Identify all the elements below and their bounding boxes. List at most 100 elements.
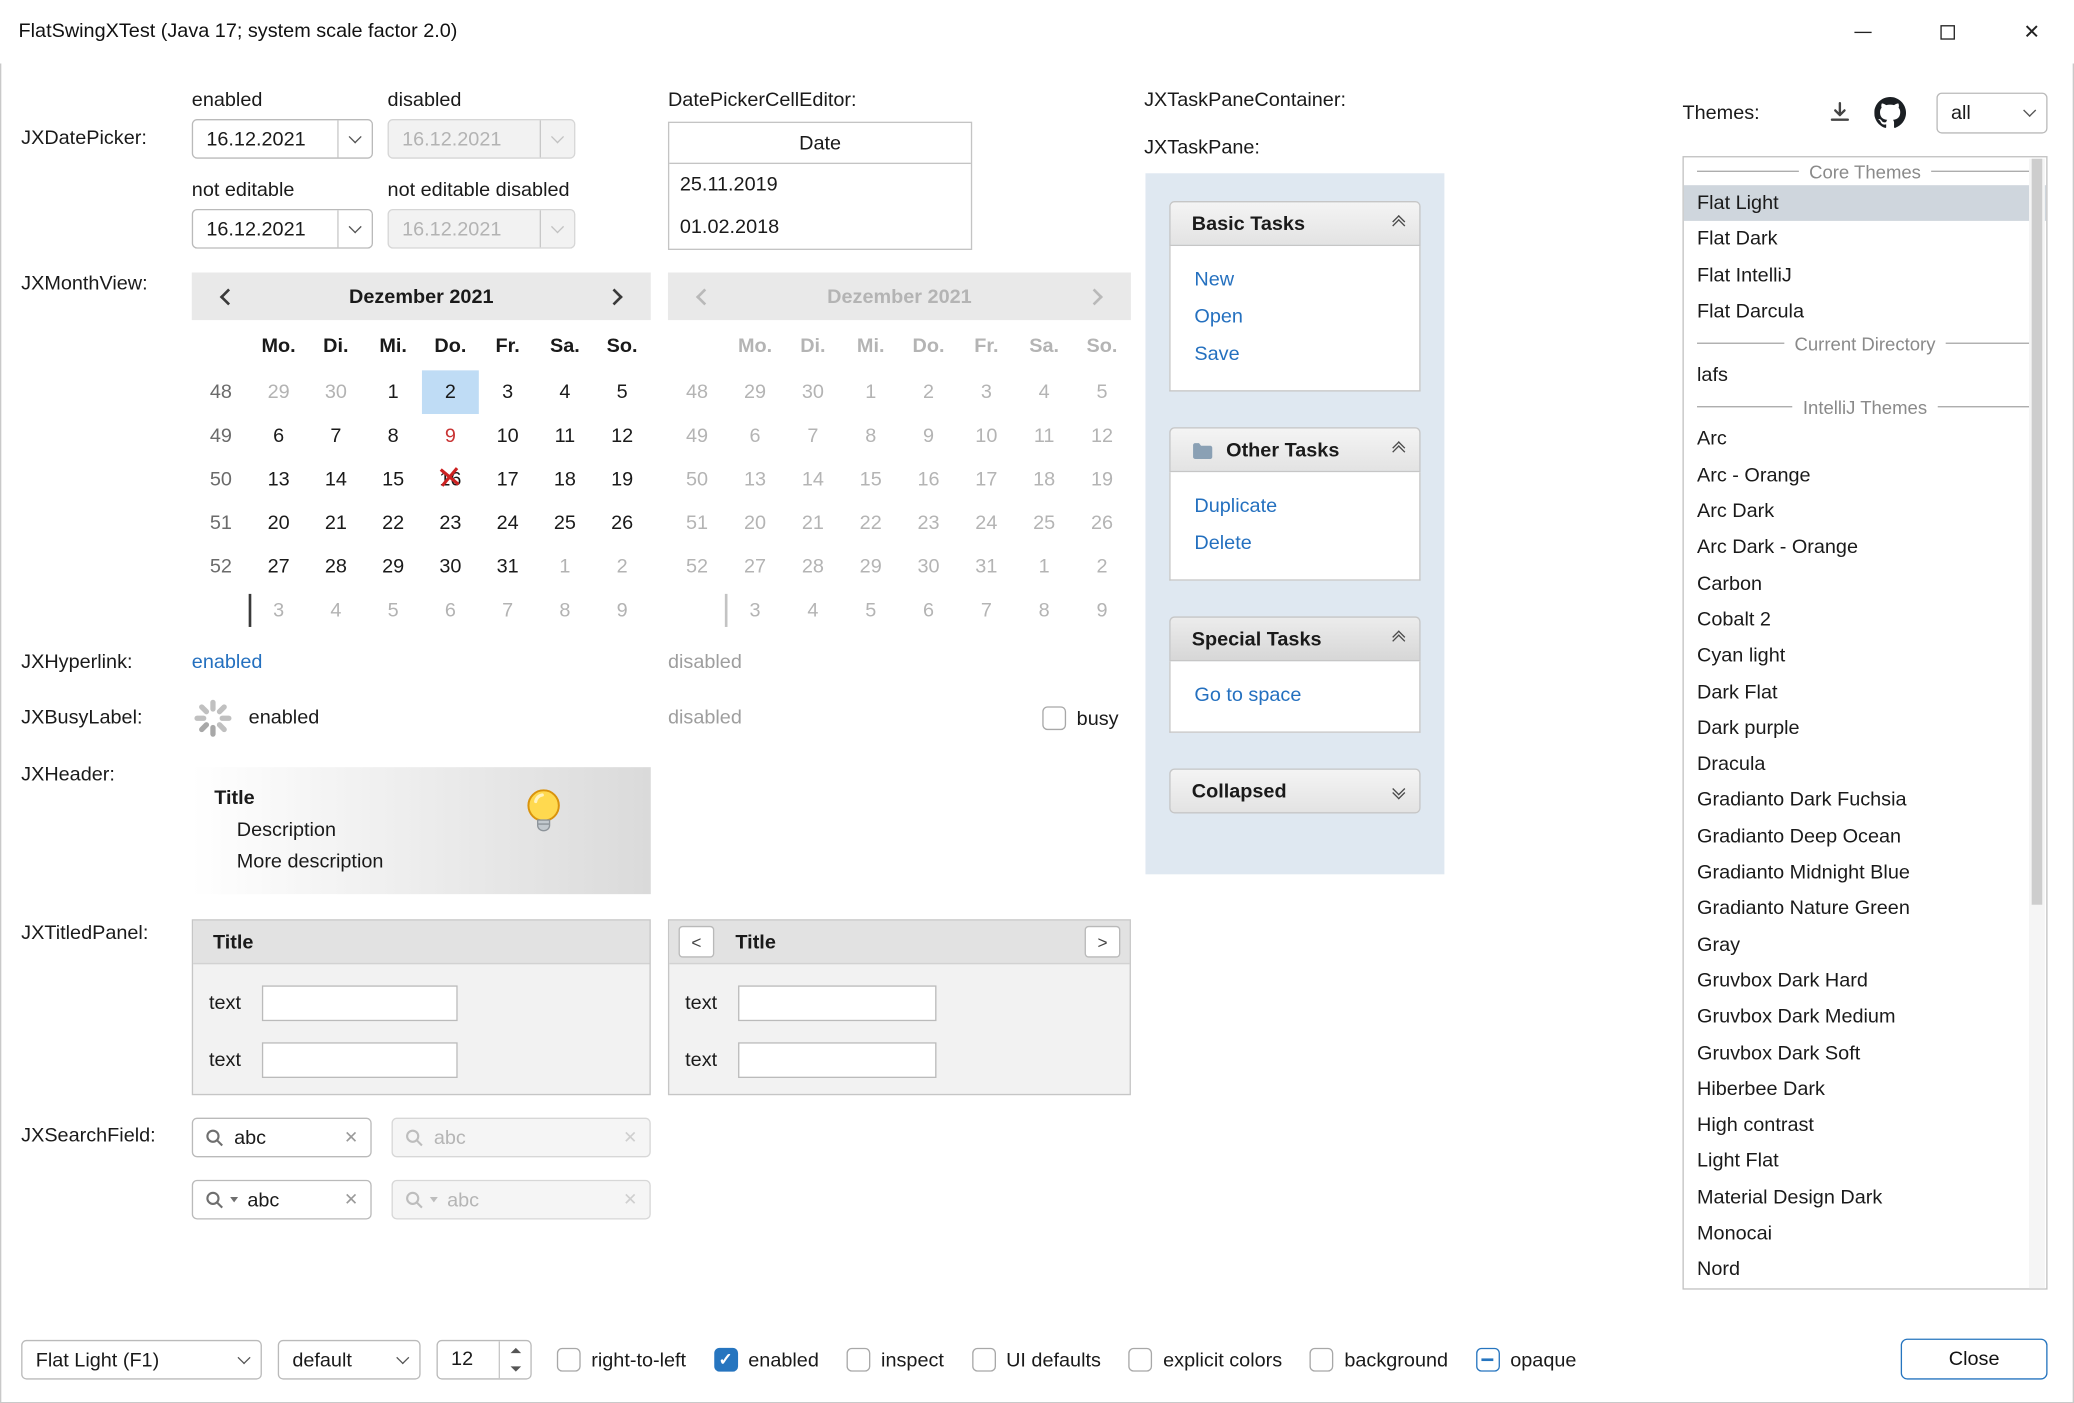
scrollbar[interactable] xyxy=(2029,159,2045,1290)
taskpane-header[interactable]: Special Tasks xyxy=(1169,616,1420,661)
checkbox-background[interactable]: background xyxy=(1310,1348,1448,1372)
themes-filter-combo[interactable]: all xyxy=(1936,93,2047,134)
github-icon[interactable] xyxy=(1874,97,1906,134)
collapse-icon[interactable] xyxy=(1394,217,1403,230)
monthview-day[interactable]: 28 xyxy=(307,545,364,589)
laf-combo[interactable]: Flat Light (F1) xyxy=(21,1340,262,1380)
minimize-button[interactable] xyxy=(1820,0,1905,63)
monthview-day[interactable]: 20 xyxy=(250,501,307,545)
theme-item[interactable]: Flat IntelliJ xyxy=(1684,257,2046,293)
taskpane-link[interactable]: New xyxy=(1194,263,1419,300)
monthview-day[interactable]: 5 xyxy=(593,370,650,414)
monthview-day[interactable]: 31 xyxy=(479,545,536,589)
monthview-day[interactable]: 22 xyxy=(364,501,421,545)
theme-item[interactable]: Flat Light xyxy=(1684,185,2046,221)
theme-item[interactable]: Gradianto Nature Green xyxy=(1684,891,2046,927)
theme-item[interactable]: Arc - Orange xyxy=(1684,457,2046,493)
font-size-spinner[interactable]: 12 xyxy=(436,1340,531,1380)
search-field-enabled[interactable]: abc ✕ xyxy=(192,1118,372,1158)
combo-dropdown-button[interactable] xyxy=(226,1341,260,1378)
monthview-day[interactable]: 10 xyxy=(479,414,536,458)
datepicker-value[interactable]: 16.12.2021 xyxy=(193,128,337,150)
checkbox-box[interactable] xyxy=(972,1348,996,1372)
monthview-day[interactable]: 6 xyxy=(422,589,479,633)
monthview-day[interactable]: 5 xyxy=(364,589,421,633)
clear-icon[interactable]: ✕ xyxy=(344,1127,358,1148)
text-input[interactable] xyxy=(262,1042,458,1078)
checkbox-box[interactable] xyxy=(1476,1348,1500,1372)
search-field-with-menu-enabled[interactable]: abc ✕ xyxy=(192,1180,372,1220)
collapse-icon[interactable] xyxy=(1394,632,1403,645)
checkbox-explicit-colors[interactable]: explicit colors xyxy=(1129,1348,1282,1372)
datepicker-dropdown-button[interactable] xyxy=(337,210,371,247)
combo-dropdown-button[interactable] xyxy=(385,1341,419,1378)
spinner-up-button[interactable] xyxy=(500,1341,530,1360)
table-column-header[interactable]: Date xyxy=(669,123,971,164)
monthview-day[interactable]: 4 xyxy=(307,589,364,633)
monthview-day[interactable]: 3 xyxy=(479,370,536,414)
search-input[interactable]: abc xyxy=(234,1126,335,1148)
checkbox-busy[interactable]: busy xyxy=(1042,698,1118,738)
theme-item[interactable]: Gruvbox Dark Hard xyxy=(1684,963,2046,999)
next-month-button[interactable] xyxy=(600,282,629,311)
monthview-day[interactable]: 8 xyxy=(536,589,593,633)
taskpane-link[interactable]: Duplicate xyxy=(1194,489,1419,526)
theme-item[interactable]: Gradianto Dark Fuchsia xyxy=(1684,782,2046,818)
taskpane-header[interactable]: Other Tasks xyxy=(1169,427,1420,472)
checkbox-opaque[interactable]: opaque xyxy=(1476,1348,1577,1372)
checkbox-ui-defaults[interactable]: UI defaults xyxy=(972,1348,1101,1372)
font-combo[interactable]: default xyxy=(278,1340,421,1380)
theme-item[interactable]: Arc xyxy=(1684,421,2046,457)
checkbox-box[interactable] xyxy=(847,1348,871,1372)
monthview-day[interactable]: 6 xyxy=(250,414,307,458)
theme-item[interactable]: lafs xyxy=(1684,357,2046,393)
combo-dropdown-button[interactable] xyxy=(2012,94,2046,132)
theme-item[interactable]: Arc Dark - Orange xyxy=(1684,530,2046,566)
taskpane-link[interactable]: Go to space xyxy=(1194,679,1419,716)
monthview-day[interactable]: 4 xyxy=(536,370,593,414)
datepicker-dropdown-button[interactable] xyxy=(337,120,371,157)
expand-icon[interactable] xyxy=(1394,784,1403,797)
monthview-day[interactable]: 2 xyxy=(593,545,650,589)
monthview-day[interactable]: 29 xyxy=(250,370,307,414)
checkbox-right-to-left[interactable]: right-to-left xyxy=(557,1348,686,1372)
monthview-day[interactable]: 18 xyxy=(536,458,593,502)
taskpane-link[interactable]: Open xyxy=(1194,300,1419,337)
font-size-value[interactable]: 12 xyxy=(438,1341,499,1378)
clear-icon[interactable]: ✕ xyxy=(344,1189,358,1210)
monthview-day[interactable]: 8 xyxy=(364,414,421,458)
theme-item[interactable]: Dark purple xyxy=(1684,710,2046,746)
theme-item[interactable]: Nord xyxy=(1684,1252,2046,1288)
titled-panel-right-button[interactable]: > xyxy=(1085,926,1121,958)
theme-item[interactable]: Dark Flat xyxy=(1684,674,2046,710)
monthview-day[interactable]: 15 xyxy=(364,458,421,502)
checkbox-inspect[interactable]: inspect xyxy=(847,1348,944,1372)
monthview-day[interactable]: 16✕ xyxy=(422,458,479,502)
scrollbar-thumb[interactable] xyxy=(2032,159,2043,905)
hyperlink-enabled[interactable]: enabled xyxy=(192,651,263,673)
theme-item[interactable]: Arc Dark xyxy=(1684,493,2046,529)
text-input[interactable] xyxy=(262,985,458,1021)
text-input[interactable] xyxy=(738,1042,936,1078)
monthview-day[interactable]: 14 xyxy=(307,458,364,502)
datepicker-enabled[interactable]: 16.12.2021 xyxy=(192,119,373,159)
theme-item[interactable]: Dracula xyxy=(1684,746,2046,782)
download-icon[interactable] xyxy=(1827,99,1853,131)
theme-item[interactable]: Gray xyxy=(1684,927,2046,963)
monthview-day[interactable]: 2 xyxy=(422,370,479,414)
theme-item[interactable]: Monocai xyxy=(1684,1216,2046,1252)
monthview-day[interactable]: 17 xyxy=(479,458,536,502)
monthview-day[interactable]: 12 xyxy=(593,414,650,458)
theme-item[interactable]: Carbon xyxy=(1684,566,2046,602)
titled-panel-left-button[interactable]: < xyxy=(679,926,715,958)
monthview-day[interactable]: 24 xyxy=(479,501,536,545)
theme-item[interactable]: Light Flat xyxy=(1684,1143,2046,1179)
search-menu-arrow-icon[interactable] xyxy=(230,1197,238,1202)
search-input[interactable]: abc xyxy=(247,1188,334,1210)
monthview-day[interactable]: 1 xyxy=(364,370,421,414)
close-window-button[interactable]: ✕ xyxy=(1989,0,2074,63)
monthview-day[interactable]: 9 xyxy=(593,589,650,633)
table-row[interactable]: 01.02.2018 xyxy=(669,206,971,248)
taskpane-header[interactable]: Collapsed xyxy=(1169,768,1420,813)
checkbox-enabled[interactable]: ✓enabled xyxy=(714,1348,819,1372)
